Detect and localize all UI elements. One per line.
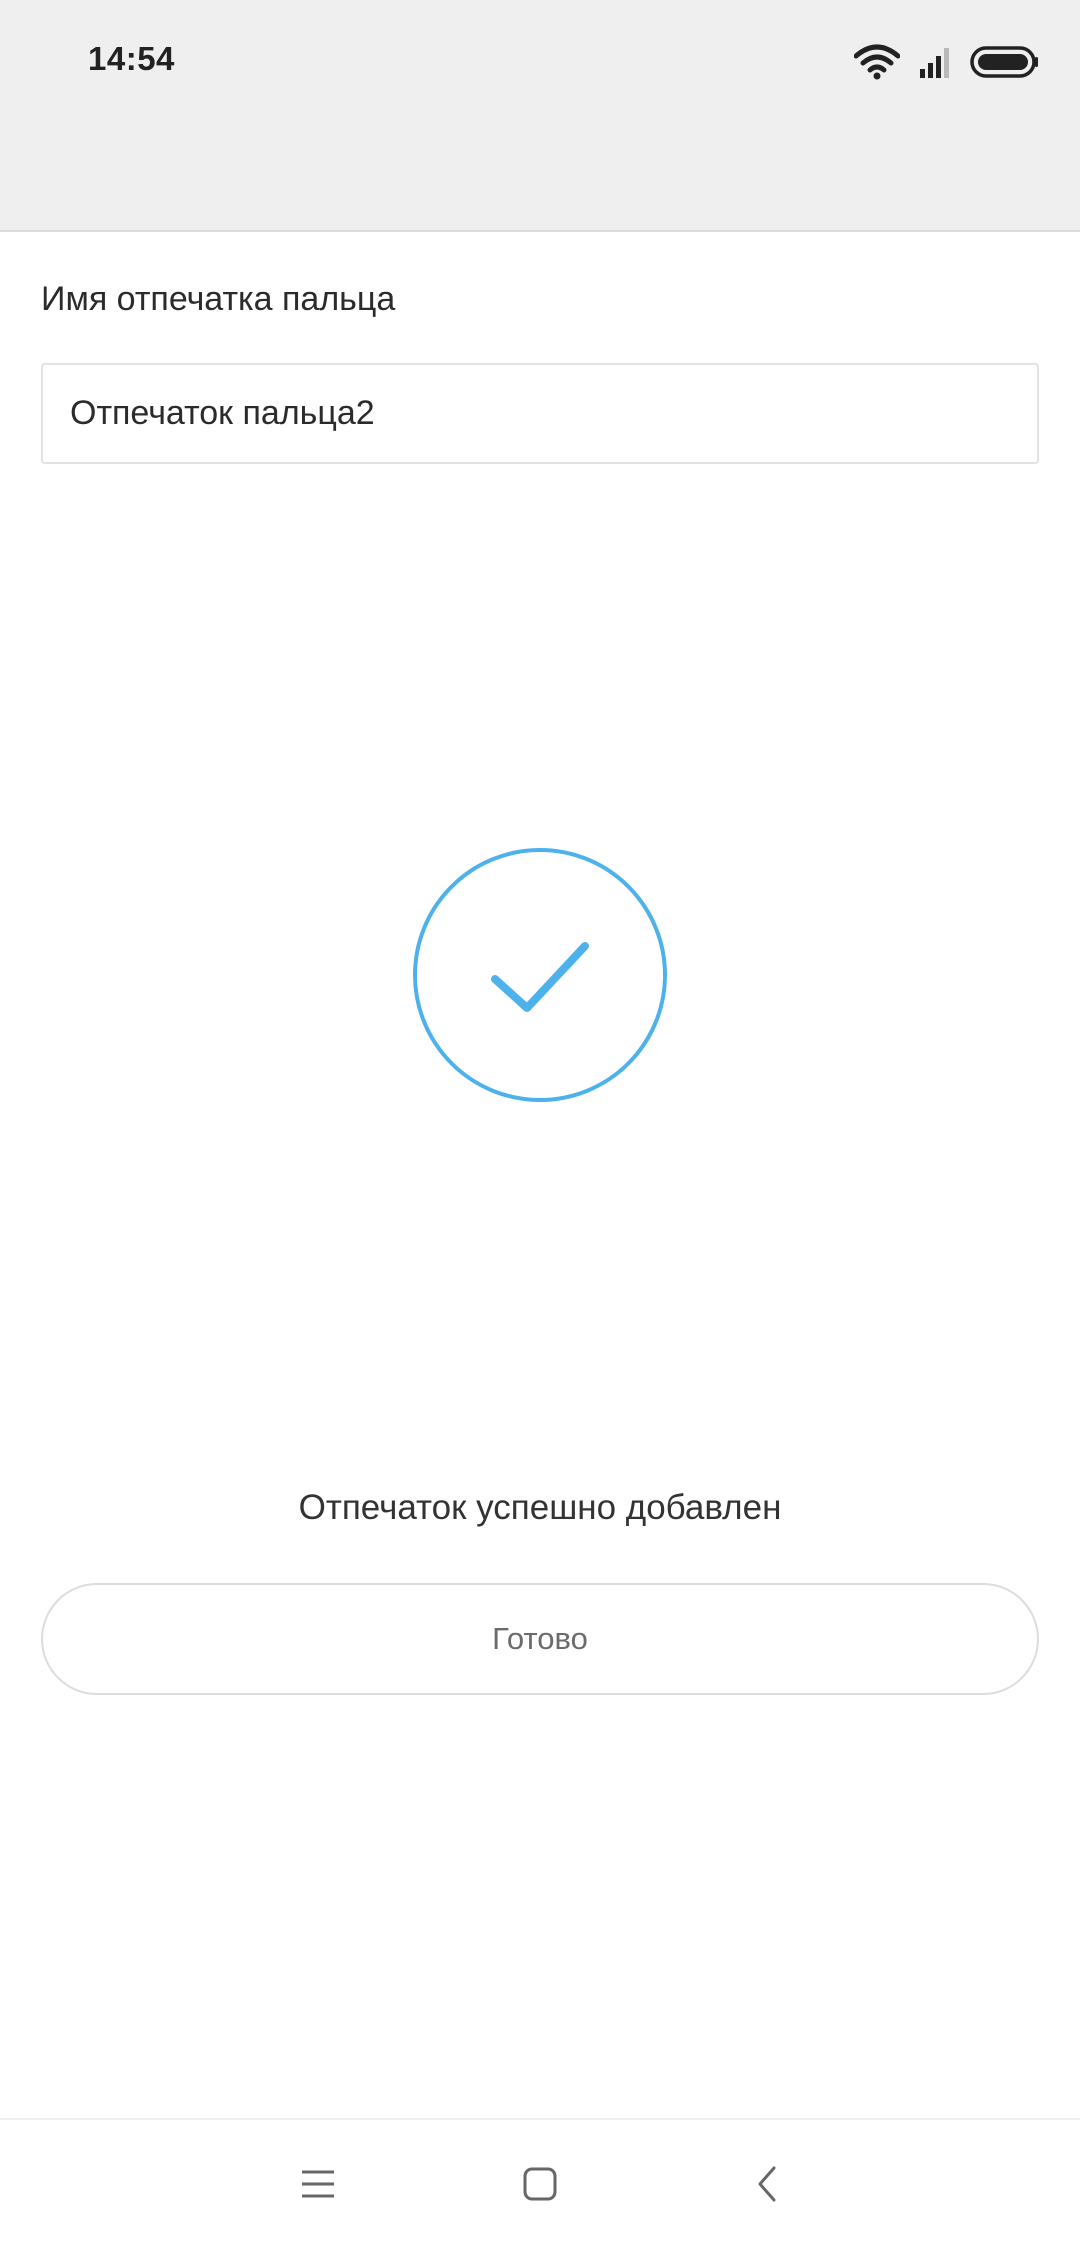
navigation-bar	[0, 2118, 1080, 2248]
fingerprint-name-label: Имя отпечатка пальца	[41, 280, 396, 318]
done-button[interactable]: Готово	[41, 1583, 1039, 1695]
home-icon[interactable]	[480, 2120, 600, 2248]
battery-icon	[970, 45, 1040, 79]
status-bar: 14:54	[0, 0, 1080, 232]
signal-icon	[918, 45, 952, 79]
wifi-icon	[854, 44, 900, 80]
success-message: Отпечаток успешно добавлен	[298, 1488, 782, 1527]
fingerprint-name-input[interactable]	[41, 363, 1039, 464]
check-circle-icon	[290, 715, 790, 1215]
back-icon[interactable]	[707, 2120, 827, 2248]
status-icons	[854, 40, 1040, 84]
status-time: 14:54	[88, 40, 175, 77]
menu-icon[interactable]	[258, 2120, 378, 2248]
